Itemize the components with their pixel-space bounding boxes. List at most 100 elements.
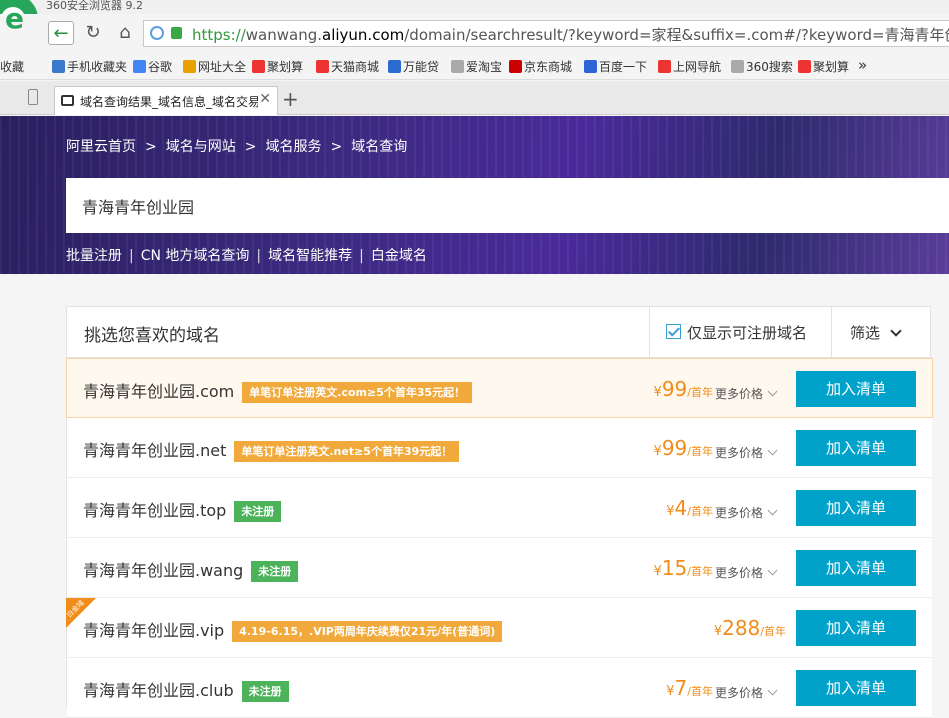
home-icon[interactable]: ⌂ (112, 21, 138, 45)
filter-dropdown[interactable]: 筛选 (850, 322, 902, 343)
back-arrow-icon[interactable]: ← (48, 21, 74, 45)
more-price-dropdown[interactable]: 更多价格 (715, 444, 778, 461)
promo-badge: 4.19-6.15，.VIP两周年庆续费仅21元/年(普通词) (232, 621, 503, 642)
price-unit: /首年 (760, 625, 786, 638)
add-to-list-button[interactable]: 加入清单 (796, 490, 916, 526)
only-registrable-label[interactable]: 仅显示可注册域名 (687, 322, 807, 343)
add-to-list-button[interactable]: 加入清单 (796, 430, 916, 466)
add-to-list-button[interactable]: 加入清单 (796, 550, 916, 586)
security-shield-icon[interactable] (150, 26, 164, 40)
address-bar[interactable]: https://wanwang.aliyun.com/domain/search… (143, 20, 949, 47)
more-price-dropdown[interactable]: 更多价格 (715, 564, 778, 581)
bookmark-label[interactable]: 天猫商城 (331, 58, 379, 75)
nav-separator: | (129, 248, 134, 264)
only-registrable-checkbox[interactable] (666, 324, 681, 339)
bookmark-icon (509, 60, 522, 73)
breadcrumb-separator: > (145, 139, 157, 155)
reload-icon[interactable]: ↻ (80, 21, 106, 45)
bookmark-label[interactable]: 收藏 (0, 58, 24, 75)
more-price-label[interactable]: 更多价格 (715, 566, 763, 580)
breadcrumb-separator: > (244, 139, 257, 155)
price-unit: /首年 (687, 505, 713, 518)
more-price-label[interactable]: 更多价格 (715, 387, 763, 401)
result-row: 白金域 青海青年创业园.vip 4.19-6.15，.VIP两周年庆续费仅21元/年… (65, 598, 932, 658)
bookmark-10[interactable]: 上网导航 (658, 58, 721, 75)
bookmark-4[interactable]: 聚划算 (252, 58, 303, 75)
bookmark-2[interactable]: 谷歌 (133, 58, 172, 75)
add-to-list-button[interactable]: 加入清单 (796, 610, 916, 646)
bookmark-icon (584, 60, 597, 73)
add-to-list-button[interactable]: 加入清单 (796, 371, 916, 407)
bookmark-8[interactable]: 京东商城 (509, 58, 572, 75)
domain-name-text[interactable]: 青海青年创业园.wang (83, 561, 243, 580)
close-tab-icon[interactable]: ✕ (259, 91, 271, 107)
bookmark-0[interactable]: 收藏 (0, 58, 24, 75)
lock-icon[interactable] (171, 27, 182, 39)
bookmark-7[interactable]: 爱淘宝 (451, 58, 502, 75)
url-text[interactable]: https://wanwang.aliyun.com/domain/search… (192, 24, 949, 45)
hero-nav-link[interactable]: 批量注册 (66, 248, 122, 264)
domain-search-input[interactable] (82, 192, 782, 220)
tab-bar: 域名查询结果_域名信息_域名交易 ✕ + (0, 81, 949, 115)
price-value: 15 (661, 556, 688, 580)
new-tab-button[interactable]: + (282, 87, 299, 111)
domain-name[interactable]: 青海青年创业园.top 未注册 (83, 497, 282, 522)
mobile-icon[interactable] (28, 89, 38, 105)
price-value: 288 (722, 616, 761, 640)
currency-symbol: ¥ (666, 684, 675, 699)
domain-name[interactable]: 青海青年创业园.vip 4.19-6.15，.VIP两周年庆续费仅21元/年(普通… (83, 617, 503, 642)
more-price-label[interactable]: 更多价格 (715, 506, 763, 520)
only-registrable-toggle[interactable]: 仅显示可注册域名 (649, 307, 832, 358)
bookmark-5[interactable]: 天猫商城 (316, 58, 379, 75)
domain-name[interactable]: 青海青年创业园.com 单笔订单注册英文.com≥5个首年35元起！ (83, 378, 473, 403)
bookmark-label[interactable]: 聚划算 (267, 58, 303, 75)
domain-search-box[interactable] (66, 178, 949, 233)
bookmark-label[interactable]: 聚划算 (813, 58, 849, 75)
more-price-dropdown[interactable]: 更多价格 (715, 385, 778, 402)
more-price-dropdown[interactable]: 更多价格 (715, 504, 778, 521)
tab-domain-search[interactable]: 域名查询结果_域名信息_域名交易 ✕ (54, 86, 278, 115)
domain-name[interactable]: 青海青年创业园.wang 未注册 (83, 557, 299, 582)
domain-name[interactable]: 青海青年创业园.club 未注册 (83, 677, 289, 702)
bookmark-3[interactable]: 网址大全 (183, 58, 246, 75)
domain-name-text[interactable]: 青海青年创业园.club (83, 681, 234, 700)
bookmark-11[interactable]: 360搜索 (731, 58, 793, 75)
bookmark-label[interactable]: 万能贷 (403, 58, 439, 75)
more-price-dropdown[interactable]: 更多价格 (715, 684, 778, 701)
domain-name-text[interactable]: 青海青年创业园.vip (83, 621, 224, 640)
hero-nav-link[interactable]: 域名智能推荐 (268, 248, 352, 264)
unregistered-badge: 未注册 (234, 501, 282, 522)
more-price-label[interactable]: 更多价格 (715, 686, 763, 700)
breadcrumb-item[interactable]: 阿里云首页 (66, 139, 136, 155)
bookmark-label[interactable]: 360搜索 (746, 58, 793, 75)
hero-nav-link[interactable]: CN 地方域名查询 (141, 248, 250, 264)
domain-name-text[interactable]: 青海青年创业园.com (83, 382, 234, 401)
domain-name[interactable]: 青海青年创业园.net 单笔订单注册英文.net≥5个首年39元起！ (83, 437, 460, 462)
breadcrumb-item[interactable]: 域名服务 (265, 139, 321, 155)
domain-name-text[interactable]: 青海青年创业园.top (83, 501, 226, 520)
price-unit: /首年 (687, 565, 713, 578)
bookmark-1[interactable]: 手机收藏夹 (52, 58, 127, 75)
bookmark-12[interactable]: 聚划算 (798, 58, 849, 75)
domain-name-text[interactable]: 青海青年创业园.net (83, 441, 226, 460)
hero-nav-link[interactable]: 白金域名 (371, 248, 427, 264)
bookmark-label[interactable]: 京东商城 (524, 58, 572, 75)
currency-symbol: ¥ (653, 564, 662, 579)
panel-title: 挑选您喜欢的域名 (84, 326, 220, 346)
bookmark-label[interactable]: 上网导航 (673, 58, 721, 75)
bookmark-label[interactable]: 手机收藏夹 (67, 58, 127, 75)
bookmark-label[interactable]: 爱淘宝 (466, 58, 502, 75)
breadcrumb-item[interactable]: 域名查询 (351, 139, 407, 155)
bookmarks-overflow-icon[interactable]: » (858, 56, 867, 74)
unregistered-badge: 未注册 (241, 681, 289, 702)
bookmark-6[interactable]: 万能贷 (388, 58, 439, 75)
price-value: 99 (661, 377, 688, 401)
more-price-label[interactable]: 更多价格 (715, 446, 763, 460)
navigation-bar: ← ↻ ⌂ https://wanwang.aliyun.com/domain/… (0, 14, 949, 52)
bookmark-label[interactable]: 谷歌 (148, 58, 172, 75)
add-to-list-button[interactable]: 加入清单 (796, 670, 916, 706)
bookmark-9[interactable]: 百度一下 (584, 58, 647, 75)
breadcrumb-item[interactable]: 域名与网站 (166, 139, 236, 155)
bookmark-label[interactable]: 百度一下 (599, 58, 647, 75)
bookmark-label[interactable]: 网址大全 (198, 58, 246, 75)
